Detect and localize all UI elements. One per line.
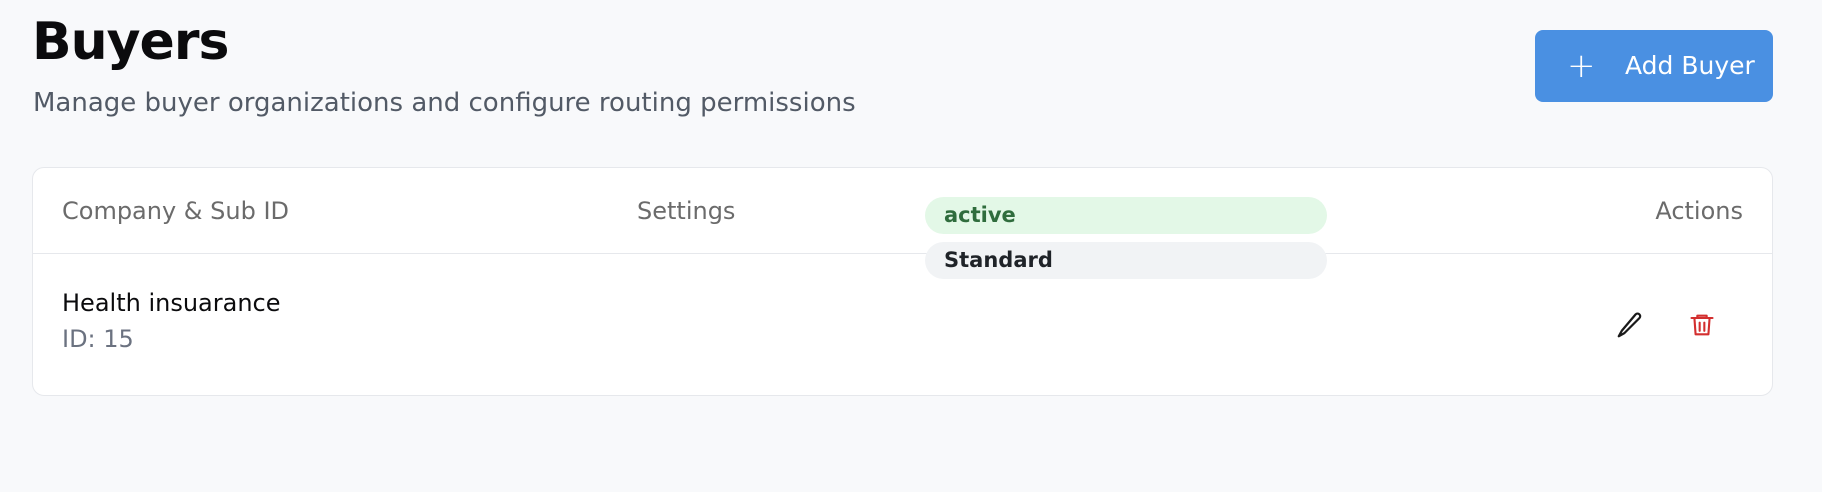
pencil-icon	[1617, 312, 1642, 338]
column-header-actions: Actions	[1655, 197, 1743, 225]
table-header-row: Company & Sub ID Settings Status & Type …	[33, 168, 1772, 254]
edit-button[interactable]	[1610, 305, 1650, 345]
add-buyer-label: Add Buyer	[1625, 51, 1755, 80]
buyers-page: Buyers Manage buyer organizations and co…	[0, 0, 1822, 492]
buyers-table: Company & Sub ID Settings Status & Type …	[32, 167, 1773, 396]
column-header-company: Company & Sub ID	[62, 197, 290, 225]
status-badge: active	[925, 197, 1327, 234]
company-sub-id: ID: 15	[62, 325, 134, 353]
column-header-settings: Settings	[637, 197, 736, 225]
trash-icon	[1690, 314, 1714, 336]
add-buyer-button[interactable]: + Add Buyer	[1535, 30, 1773, 102]
delete-button[interactable]	[1682, 305, 1722, 345]
company-name: Health insuarance	[62, 289, 281, 317]
plus-icon: +	[1567, 46, 1596, 86]
type-badge: Standard	[925, 242, 1327, 279]
table-row: Health insuarance ID: 15	[33, 254, 1772, 395]
page-title: Buyers	[32, 12, 229, 72]
page-subtitle: Manage buyer organizations and configure…	[33, 88, 856, 118]
